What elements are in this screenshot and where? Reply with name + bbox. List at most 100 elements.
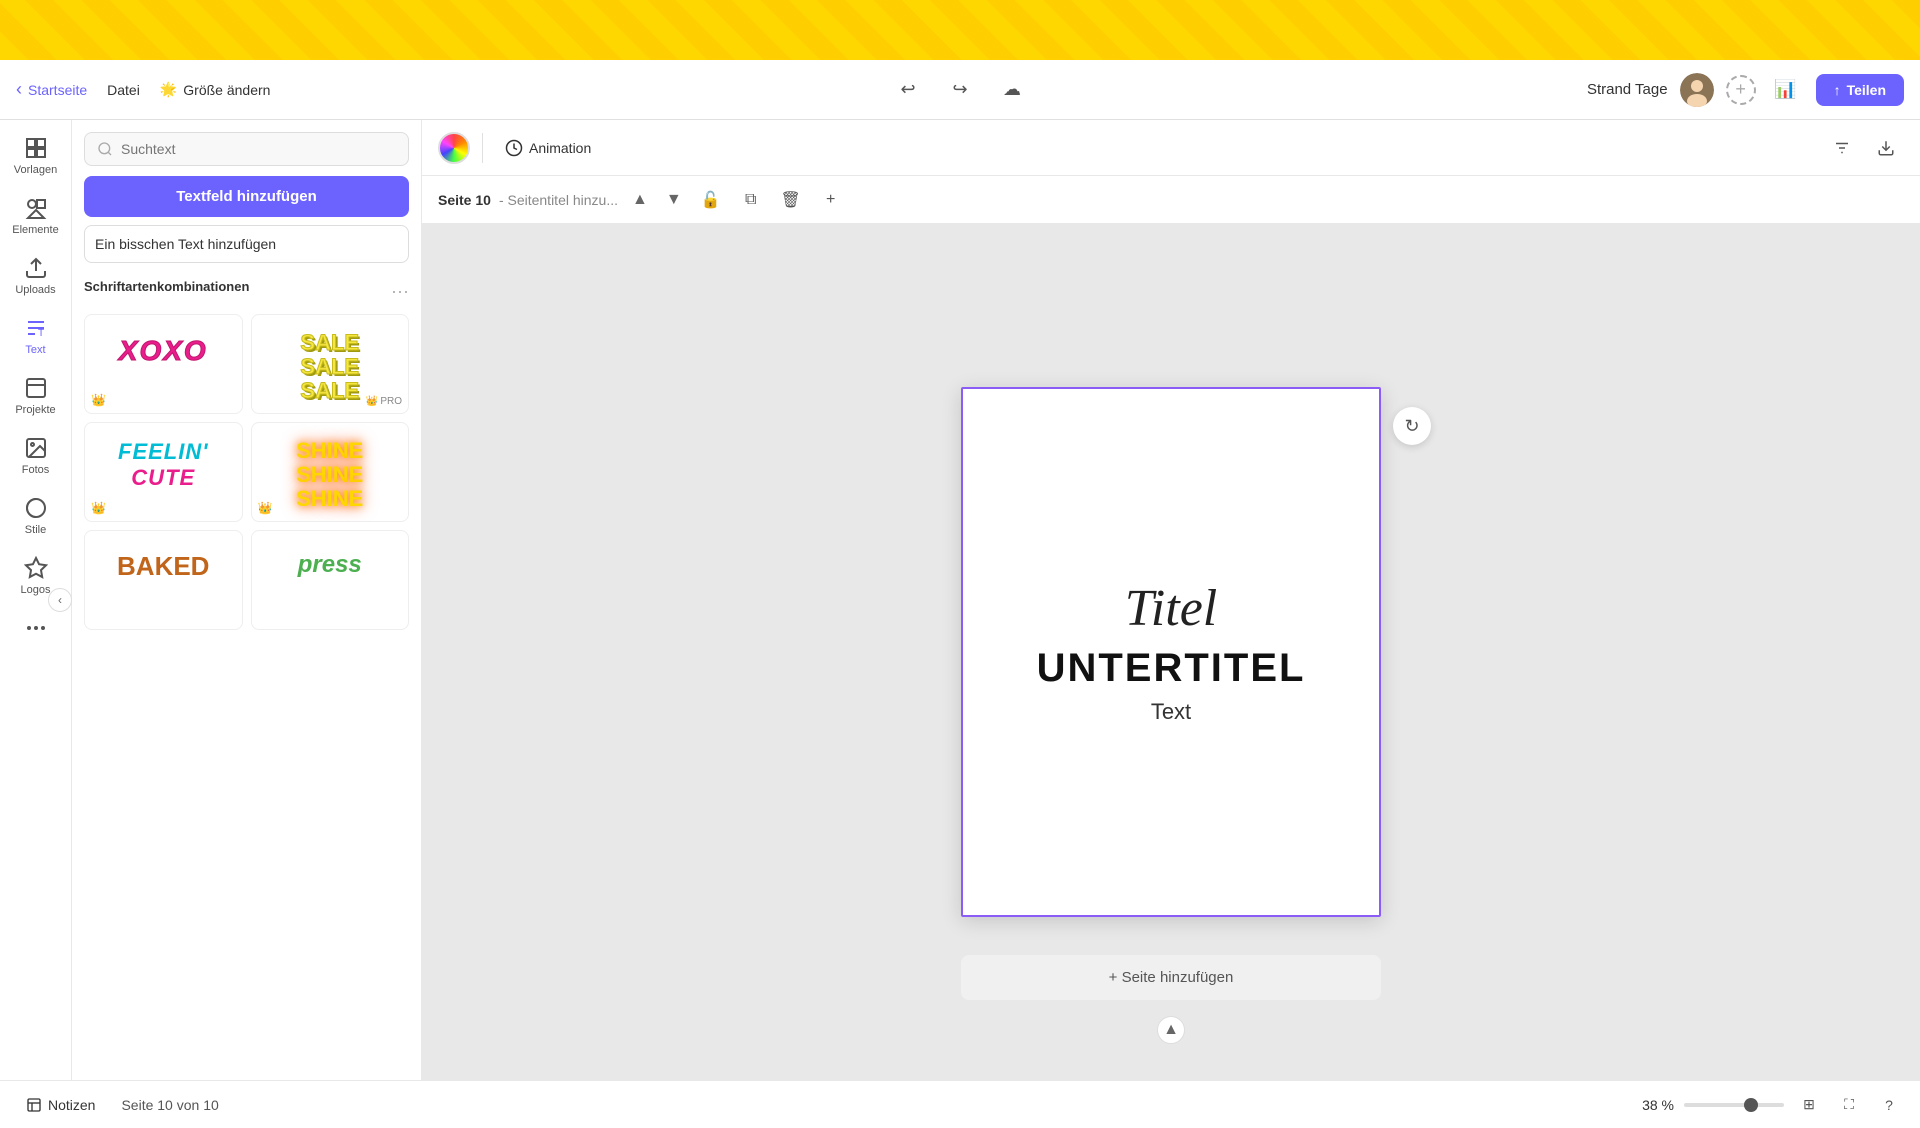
file-menu[interactable]: Datei [99,76,148,104]
sidebar-item-label: Vorlagen [14,164,57,176]
top-banner [0,0,1920,60]
sidebar-item-label: Elemente [12,224,58,236]
main-layout: Vorlagen Elemente Uploads T Text Pro [0,120,1920,1080]
back-label: Startseite [28,82,87,98]
page-subtitle: - Seitentitel hinzu... [499,192,618,208]
project-name: Strand Tage [1587,81,1668,98]
sidebar-item-text[interactable]: T Text [4,308,68,364]
share-icon: ↑ [1834,82,1841,98]
sidebar-item-label: Text [25,344,45,356]
collapse-panel-button[interactable]: ‹ [48,588,72,612]
canvas-area: Animation Seite 10 - Seitentitel h [422,120,1920,1080]
page-lock-button[interactable]: 🔓 [696,185,726,215]
sidebar-item-label: Fotos [22,464,50,476]
page-nav-down[interactable]: ▼ [662,189,686,211]
canvas-toolbar: Animation [422,120,1920,176]
size-change-btn[interactable]: 🌟 Größe ändern [160,81,271,98]
baked-text: BAKED [117,551,209,582]
save-cloud-button[interactable]: ☁ [994,72,1030,108]
sidebar-item-fotos[interactable]: Fotos [4,428,68,484]
font-card-press[interactable]: press [251,530,410,630]
stats-button[interactable]: 📊 [1768,72,1804,108]
notes-icon [26,1097,42,1113]
page-delete-button[interactable]: 🗑 [776,185,806,215]
add-small-text-button[interactable]: Ein bisschen Text hinzufügen [84,225,409,263]
crown-icon-xoxo: 👑 [91,393,106,407]
collapse-pages-button[interactable]: ▲ [1157,1016,1185,1044]
font-grid: XOXO 👑 SALESALESALE 👑 PRO FEELIN' CUTE [84,314,409,630]
sidebar-item-label: Uploads [15,284,55,296]
grid-view-button[interactable]: ⊞ [1794,1090,1824,1120]
size-icon: 🌟 [160,81,177,98]
animation-icon [505,139,523,157]
sale-text: SALESALESALE [300,331,359,404]
sidebar-item-projekte[interactable]: Projekte [4,368,68,424]
add-user-button[interactable]: + [1726,75,1756,105]
notes-label: Notizen [48,1097,95,1113]
avatar [1680,73,1714,107]
canvas-subtitle[interactable]: UNTERTITEL [1037,646,1306,691]
canvas-page[interactable]: Titel UNTERTITEL Text [961,387,1381,917]
more-options-button[interactable]: ··· [391,281,409,302]
refresh-button[interactable]: ↻ [1393,407,1431,445]
filter-button[interactable] [1824,130,1860,166]
download-button[interactable] [1868,130,1904,166]
zoom-thumb [1744,1098,1758,1112]
zoom-level: 38 % [1642,1097,1674,1113]
pro-badge-sale: 👑 PRO [366,396,402,407]
page-duplicate-button[interactable]: ⧉ [736,185,766,215]
sidebar-item-uploads[interactable]: Uploads [4,248,68,304]
back-arrow-icon: ‹ [16,79,22,100]
sidebar-item-label: Stile [25,524,46,536]
shine-text: SHINESHINESHINE [296,439,363,512]
canvas-title[interactable]: Titel [1125,579,1217,638]
canvas-page-wrapper: Titel UNTERTITEL Text ↻ [961,387,1381,917]
xoxo-text: XOXO [119,335,208,367]
sidebar-item-elemente[interactable]: Elemente [4,188,68,244]
page-label: Seite 10 [438,192,491,208]
crown-icon-feelin: 👑 [91,501,106,515]
add-textfield-button[interactable]: Textfeld hinzufügen [84,176,409,217]
font-card-sale[interactable]: SALESALESALE 👑 PRO [251,314,410,414]
back-button[interactable]: ‹ Startseite [16,79,87,100]
left-panel-inner: Textfeld hinzufügen Ein bisschen Text hi… [72,120,421,1080]
sidebar-item-apps[interactable] [4,608,68,652]
font-card-xoxo[interactable]: XOXO 👑 [84,314,243,414]
svg-text:T: T [38,328,44,339]
sidebar-item-vorlagen[interactable]: Vorlagen [4,128,68,184]
sidebar-item-label: Projekte [15,404,55,416]
animation-button[interactable]: Animation [495,133,601,163]
add-page-button[interactable]: + Seite hinzufügen [961,955,1381,1000]
notes-button[interactable]: Notizen [16,1091,105,1119]
redo-button[interactable]: ↪ [942,72,978,108]
zoom-controls: 38 % ⊞ ⛶ ? [1642,1090,1904,1120]
section-title: Schriftartenkombinationen [84,279,249,294]
crown-icon-shine: 👑 [258,501,273,515]
toolbar-divider [482,133,483,163]
fullscreen-button[interactable]: ⛶ [1834,1090,1864,1120]
font-card-shine[interactable]: SHINESHINESHINE 👑 [251,422,410,522]
search-input[interactable] [121,141,396,157]
left-panel: Textfeld hinzufügen Ein bisschen Text hi… [72,120,422,1080]
canvas-scroll[interactable]: Titel UNTERTITEL Text ↻ + Seite hinzufüg… [422,224,1920,1080]
header-left: ‹ Startseite Datei 🌟 Größe ändern [16,76,1575,104]
sidebar-item-label: Logos [21,584,51,596]
page-title-area: Seite 10 - Seitentitel hinzu... [438,192,618,208]
canvas-body-text[interactable]: Text [1151,699,1191,725]
font-card-baked[interactable]: BAKED [84,530,243,630]
help-button[interactable]: ? [1874,1090,1904,1120]
font-card-feelin[interactable]: FEELIN' CUTE 👑 [84,422,243,522]
page-add-button[interactable]: + [816,185,846,215]
crown-icon-sale: 👑 [366,396,378,407]
color-picker-button[interactable] [438,132,470,164]
header-right: Strand Tage + 📊 ↑ Teilen [1587,72,1904,108]
animation-label: Animation [529,140,591,156]
zoom-slider[interactable] [1684,1103,1784,1107]
page-nav-up[interactable]: ▲ [628,189,652,211]
feelin-text: FEELIN' CUTE [118,439,208,491]
sidebar-item-stile[interactable]: Stile [4,488,68,544]
undo-button[interactable]: ↩ [890,72,926,108]
search-box [84,132,409,166]
press-text: press [298,551,362,579]
share-button[interactable]: ↑ Teilen [1816,74,1904,106]
